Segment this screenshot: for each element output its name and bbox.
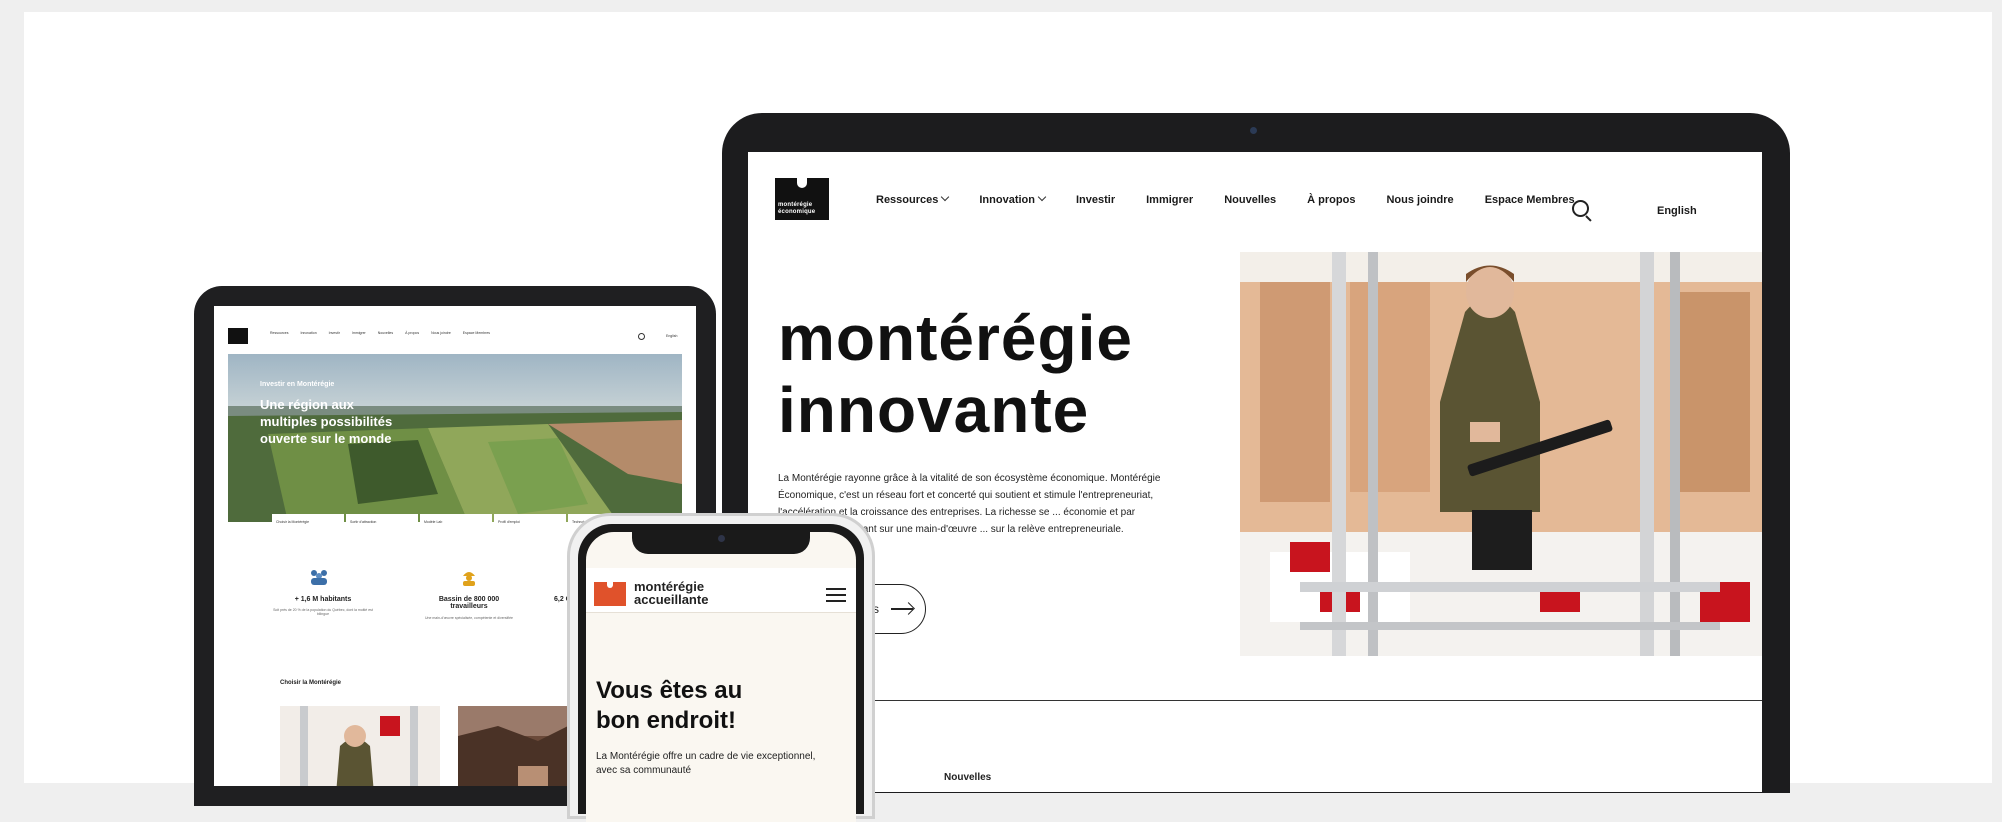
hero-title: montérégie innovante — [778, 302, 1133, 446]
tablet-nav-item[interactable]: Investir — [329, 331, 340, 335]
worker-icon — [463, 572, 475, 586]
nav-item-label: Ressources — [876, 194, 939, 206]
nav-item-nous-joindre[interactable]: Nous joindre — [1386, 194, 1453, 206]
tablet-site-logo[interactable] — [228, 328, 248, 344]
nav-item-label: Nous joindre — [1386, 194, 1454, 206]
stat-workforce-note: Une main-d'œuvre spécialisée, compétente… — [424, 616, 513, 620]
tablet-nav-item[interactable]: Innovation — [300, 331, 316, 335]
tablet-nav-item[interactable]: Ressources — [270, 331, 288, 335]
language-toggle[interactable]: English — [1657, 205, 1697, 217]
site-logo[interactable]: montérégie économique — [775, 178, 829, 220]
tablet-card-innovation[interactable] — [280, 706, 440, 786]
tablet-hero-title: Une région aux multiples possibilités ou… — [260, 397, 393, 446]
search-icon[interactable] — [1572, 200, 1589, 217]
tablet-search-icon[interactable] — [638, 333, 645, 340]
news-section-label: Nouvelles — [944, 772, 992, 783]
nav-item-nouvelles[interactable]: Nouvelles — [1224, 194, 1276, 206]
camera-dot — [1250, 127, 1257, 134]
phone-screen: montérégie accueillante Vous êtes au bon… — [586, 532, 856, 822]
main-navigation: montérégie économique Ressources Innovati… — [748, 152, 1762, 228]
tablet-tab-item[interactable]: Modèle Lab — [420, 514, 492, 530]
tablet-tab-item[interactable]: Sortir d'attraction — [346, 514, 418, 530]
tablet-nav-item[interactable]: Nous joindre — [431, 331, 451, 335]
tablet-nav-item[interactable]: À propos — [405, 331, 419, 335]
nav-item-ressources[interactable]: Ressources — [876, 192, 950, 206]
phone-header — [586, 568, 856, 613]
stat-population-note: Soit près de 20 % de la population du Qu… — [273, 608, 373, 616]
nav-item-investir[interactable]: Investir — [1076, 194, 1115, 206]
tablet-hero-kicker: Investir en Montérégie — [260, 381, 335, 388]
phone-hero-text: La Montérégie offre un cadre de vie exce… — [596, 751, 816, 776]
hero-photo-innovation-lab — [1240, 252, 1762, 656]
chevron-down-icon — [1037, 192, 1047, 202]
phone-brand-name: montérégie accueillante — [634, 579, 709, 607]
tablet-tab-item[interactable]: Profil d'emploi — [494, 514, 566, 530]
phone-logo-mark[interactable] — [594, 582, 626, 606]
section-divider — [748, 700, 1762, 701]
hero-title-line-2: innovante — [778, 374, 1090, 446]
nav-item-label: Innovation — [979, 194, 1035, 206]
stat-population: + 1,6 M habitants — [294, 596, 352, 603]
stat-workforce: Bassin de 800 000 travailleurs — [438, 596, 500, 610]
nav-item-espace-membres[interactable]: Espace Membres — [1485, 194, 1575, 206]
nav-item-label: Immigrer — [1146, 194, 1194, 206]
chevron-down-icon — [941, 192, 950, 202]
nav-menu: Ressources Innovation Investir Immigrer Nouv… — [876, 192, 1606, 206]
people-icon — [311, 570, 327, 585]
tablet-nav-item[interactable]: Nouvelles — [378, 331, 393, 335]
nav-item-label: Nouvelles — [1224, 194, 1277, 206]
logo-text: montérégie économique — [778, 202, 816, 215]
phone-hero-title: Vous êtes au bon endroit! — [596, 677, 743, 734]
arrow-right-icon — [891, 608, 913, 610]
phone-camera — [718, 535, 725, 542]
nav-item-à-propos[interactable]: À propos — [1307, 194, 1355, 206]
nav-item-label: Investir — [1075, 194, 1116, 206]
nav-item-immigrer[interactable]: Immigrer — [1146, 194, 1193, 206]
hamburger-menu-icon[interactable] — [826, 588, 846, 602]
nav-item-innovation[interactable]: Innovation — [979, 192, 1047, 206]
phone-notch — [632, 530, 810, 554]
tablet-tab-item[interactable]: Choisir la Montérégie — [272, 514, 344, 530]
laptop-screen: montérégie économique Ressources Innovati… — [748, 152, 1762, 792]
nav-item-label: À propos — [1307, 194, 1356, 206]
tablet-language-toggle[interactable]: English — [666, 334, 677, 338]
hero-title-line-1: montérégie — [778, 302, 1133, 374]
nav-item-label: Espace Membres — [1484, 194, 1575, 206]
tablet-nav-menu: Ressources Innovation Investir Immigrer Nouv… — [270, 331, 502, 335]
tablet-nav-item[interactable]: Immigrer — [352, 331, 366, 335]
tablet-nav-item[interactable]: Espace Membres — [463, 331, 490, 335]
tablet-section-title: Choisir la Montérégie — [280, 680, 342, 686]
